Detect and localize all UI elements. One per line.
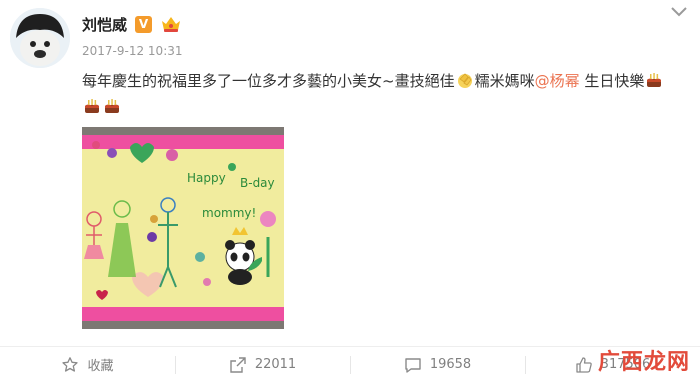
post-text: 每年慶生的祝福里多了一位多才多藝的小美女~畫技絕佳 糯米媽咪@杨幂 生日快樂 <box>82 68 682 120</box>
drawing-text-bday: B-day <box>240 176 275 190</box>
vip-crown-icon <box>162 17 181 32</box>
drawing-text-happy: Happy <box>187 171 226 185</box>
comment-icon <box>405 357 421 373</box>
share-icon <box>230 356 246 373</box>
post-photo[interactable]: Happy B-day mommy! <box>82 127 284 329</box>
drawing-photo-image: Happy B-day mommy! <box>82 127 284 329</box>
comment-count: 19658 <box>429 357 472 372</box>
post-header: 刘恺威 V <box>82 12 182 36</box>
avatar[interactable] <box>10 8 70 68</box>
avatar-image <box>10 8 70 68</box>
repost-button[interactable]: 22011 <box>175 347 350 382</box>
drawing-text-mommy: mommy! <box>202 206 256 220</box>
post-text-part: 生日快樂 <box>579 72 645 90</box>
favorite-button[interactable]: 收藏 <box>0 347 175 382</box>
chevron-down-icon[interactable] <box>670 4 688 18</box>
action-bar: 收藏 22011 19658 317506 <box>0 346 700 382</box>
cake-emoji-icon <box>105 99 119 113</box>
watermark: 广西龙网 <box>598 344 690 376</box>
mention-link[interactable]: @杨幂 <box>535 72 580 90</box>
cake-emoji-icon <box>647 73 662 87</box>
weibo-post: 刘恺威 V 2017-9-12 10:31 每年慶生的祝福里多了一位多才多藝的小… <box>0 0 700 382</box>
post-timestamp[interactable]: 2017-9-12 10:31 <box>82 44 183 58</box>
post-text-part: 糯米媽咪 <box>474 72 535 90</box>
thumbs-up-icon <box>576 356 592 373</box>
clap-emoji-icon <box>457 73 472 88</box>
verified-badge: V <box>135 15 153 33</box>
star-icon <box>62 356 79 372</box>
watermark-text: 广西龙网 <box>597 349 690 375</box>
post-text-part: 每年慶生的祝福里多了一位多才多藝的小美女~畫技絕佳 <box>82 72 455 90</box>
comment-button[interactable]: 19658 <box>350 347 525 382</box>
favorite-label: 收藏 <box>87 359 114 374</box>
cake-emoji-icon <box>85 99 99 113</box>
username[interactable]: 刘恺威 <box>82 14 127 35</box>
repost-count: 22011 <box>254 357 297 372</box>
